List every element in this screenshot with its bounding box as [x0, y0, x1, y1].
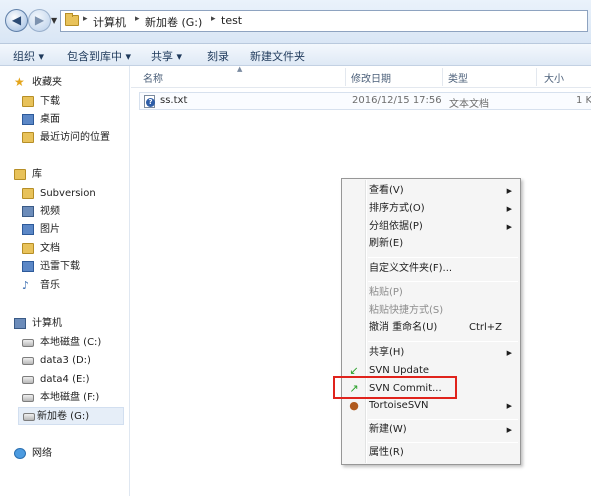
sort-ascending-icon: ▲	[237, 65, 243, 73]
drive-icon	[22, 339, 34, 347]
column-header: ▲ 名称 修改日期 类型 大小	[131, 65, 591, 88]
network-icon	[14, 448, 26, 459]
nav-item-music[interactable]: ♪ 音乐	[22, 277, 128, 295]
burn-button[interactable]: 刻录	[207, 48, 229, 64]
folder-icon	[65, 13, 79, 26]
nav-item-thunder-downloads[interactable]: 迅雷下载	[22, 258, 128, 276]
file-row[interactable]: ss.txt 2016/12/15 17:56 文本文档 1 K	[139, 92, 591, 110]
nav-item-pictures[interactable]: 图片	[22, 221, 128, 239]
column-divider[interactable]	[536, 68, 537, 86]
context-menu: 查看(V) ▶ 排序方式(O) ▶ 分组依据(P) ▶ 刷新(E) 自定义文件夹…	[341, 178, 521, 465]
computer-icon	[14, 318, 26, 329]
organize-button[interactable]: 组织 ▾	[13, 48, 44, 64]
menu-item-refresh[interactable]: 刷新(E)	[344, 235, 518, 253]
menu-item-paste: 粘贴(P)	[369, 287, 403, 298]
drive-icon	[22, 394, 34, 402]
nav-item-subversion[interactable]: Subversion	[22, 185, 128, 203]
file-name: ss.txt	[160, 95, 188, 106]
file-type: 文本文档	[449, 99, 489, 110]
nav-item-drive-f[interactable]: 本地磁盘 (F:)	[22, 389, 128, 407]
nav-item-drive-g[interactable]: 新加卷 (G:)	[18, 407, 124, 425]
menu-item-undo-rename[interactable]: 撤消 重命名(U) Ctrl+Z	[344, 319, 518, 337]
column-divider[interactable]	[442, 68, 443, 86]
menu-separator	[368, 419, 518, 420]
menu-item-group[interactable]: 分组依据(P) ▶	[344, 218, 518, 236]
menu-item-customize-folder[interactable]: 自定义文件夹(F)...	[344, 260, 518, 278]
submenu-arrow-icon: ▶	[506, 205, 512, 213]
menu-item-paste-shortcut: 粘贴快捷方式(S)	[369, 305, 444, 316]
chevron-right-icon[interactable]: ▸	[135, 14, 140, 24]
nav-item-desktop[interactable]: 桌面	[22, 111, 128, 129]
address-bar: ◀ ▶ ▼ ▸ 计算机 ▸ 新加卷 (G:) ▸ test	[0, 0, 591, 44]
new-folder-button[interactable]: 新建文件夹	[250, 48, 305, 64]
menu-separator	[368, 257, 518, 258]
downloads-folder-icon	[22, 96, 34, 107]
crumb-drive-g[interactable]: 新加卷 (G:)	[145, 14, 202, 30]
shortcut-label: Ctrl+Z	[468, 322, 502, 333]
command-bar: 组织 ▾ 包含到库中 ▾ 共享 ▾ 刻录 新建文件夹	[0, 44, 591, 66]
submenu-arrow-icon: ▶	[506, 223, 512, 231]
submenu-arrow-icon: ▶	[506, 349, 512, 357]
highlight-box	[333, 376, 457, 399]
include-in-library-button[interactable]: 包含到库中 ▾	[67, 48, 131, 64]
submenu-arrow-icon: ▶	[506, 402, 512, 410]
forward-button[interactable]: ▶	[28, 9, 51, 32]
nav-item-drive-e[interactable]: data4 (E:)	[22, 371, 128, 389]
video-icon	[22, 206, 34, 217]
nav-libraries[interactable]: 库	[14, 166, 120, 184]
navigation-pane: ★ 收藏夹 下载 桌面 最近访问的位置 库 Subversion 视频 图片 文…	[0, 66, 130, 496]
column-type[interactable]: 类型	[448, 70, 468, 85]
recent-places-icon	[22, 132, 34, 143]
column-divider[interactable]	[345, 68, 346, 86]
picture-icon	[22, 224, 34, 235]
menu-item-tortoisesvn[interactable]: ● TortoiseSVN ▶	[344, 397, 518, 415]
chevron-right-icon[interactable]: ▸	[211, 14, 216, 24]
nav-computer[interactable]: 计算机	[14, 315, 120, 333]
crumb-computer[interactable]: 计算机	[93, 14, 126, 30]
drive-icon	[23, 413, 35, 421]
drive-icon	[22, 357, 34, 365]
share-button[interactable]: 共享 ▾	[151, 48, 182, 64]
menu-item-view[interactable]: 查看(V) ▶	[344, 182, 518, 200]
desktop-icon	[22, 114, 34, 125]
subversion-folder-icon	[22, 188, 34, 199]
drive-icon	[22, 376, 34, 384]
breadcrumb[interactable]: ▸ 计算机 ▸ 新加卷 (G:) ▸ test	[60, 10, 588, 32]
file-modified: 2016/12/15 17:56	[352, 95, 442, 106]
nav-item-recent-places[interactable]: 最近访问的位置	[22, 129, 128, 147]
menu-item-share[interactable]: 共享(H) ▶	[344, 344, 518, 362]
column-size[interactable]: 大小	[544, 70, 564, 85]
menu-separator	[368, 442, 518, 443]
nav-network[interactable]: 网络	[14, 445, 120, 463]
nav-item-documents[interactable]: 文档	[22, 240, 128, 258]
column-modified[interactable]: 修改日期	[351, 70, 391, 85]
menu-separator	[368, 341, 518, 342]
tortoisesvn-icon: ●	[349, 399, 359, 412]
column-name[interactable]: 名称	[143, 70, 163, 85]
thunder-download-icon	[22, 261, 34, 272]
menu-item-properties[interactable]: 属性(R)	[344, 444, 518, 462]
menu-separator	[368, 281, 518, 282]
music-icon: ♪	[22, 279, 30, 292]
menu-item-sort[interactable]: 排序方式(O) ▶	[344, 200, 518, 218]
back-button[interactable]: ◀	[5, 9, 28, 32]
recent-pages-dropdown-icon[interactable]: ▼	[51, 16, 57, 25]
chevron-right-icon[interactable]: ▸	[83, 14, 88, 24]
nav-item-drive-c[interactable]: 本地磁盘 (C:)	[22, 334, 128, 352]
star-icon: ★	[14, 75, 25, 89]
library-icon	[14, 169, 26, 180]
file-size: 1 K	[576, 95, 591, 106]
menu-item-new[interactable]: 新建(W) ▶	[344, 421, 518, 439]
nav-item-videos[interactable]: 视频	[22, 203, 128, 221]
svn-text-file-icon	[144, 95, 155, 108]
nav-favorites[interactable]: ★ 收藏夹	[14, 74, 120, 92]
documents-icon	[22, 243, 34, 254]
nav-item-downloads[interactable]: 下载	[22, 93, 128, 111]
submenu-arrow-icon: ▶	[506, 426, 512, 434]
crumb-test[interactable]: test	[221, 14, 242, 27]
submenu-arrow-icon: ▶	[506, 187, 512, 195]
nav-item-drive-d[interactable]: data3 (D:)	[22, 352, 128, 370]
